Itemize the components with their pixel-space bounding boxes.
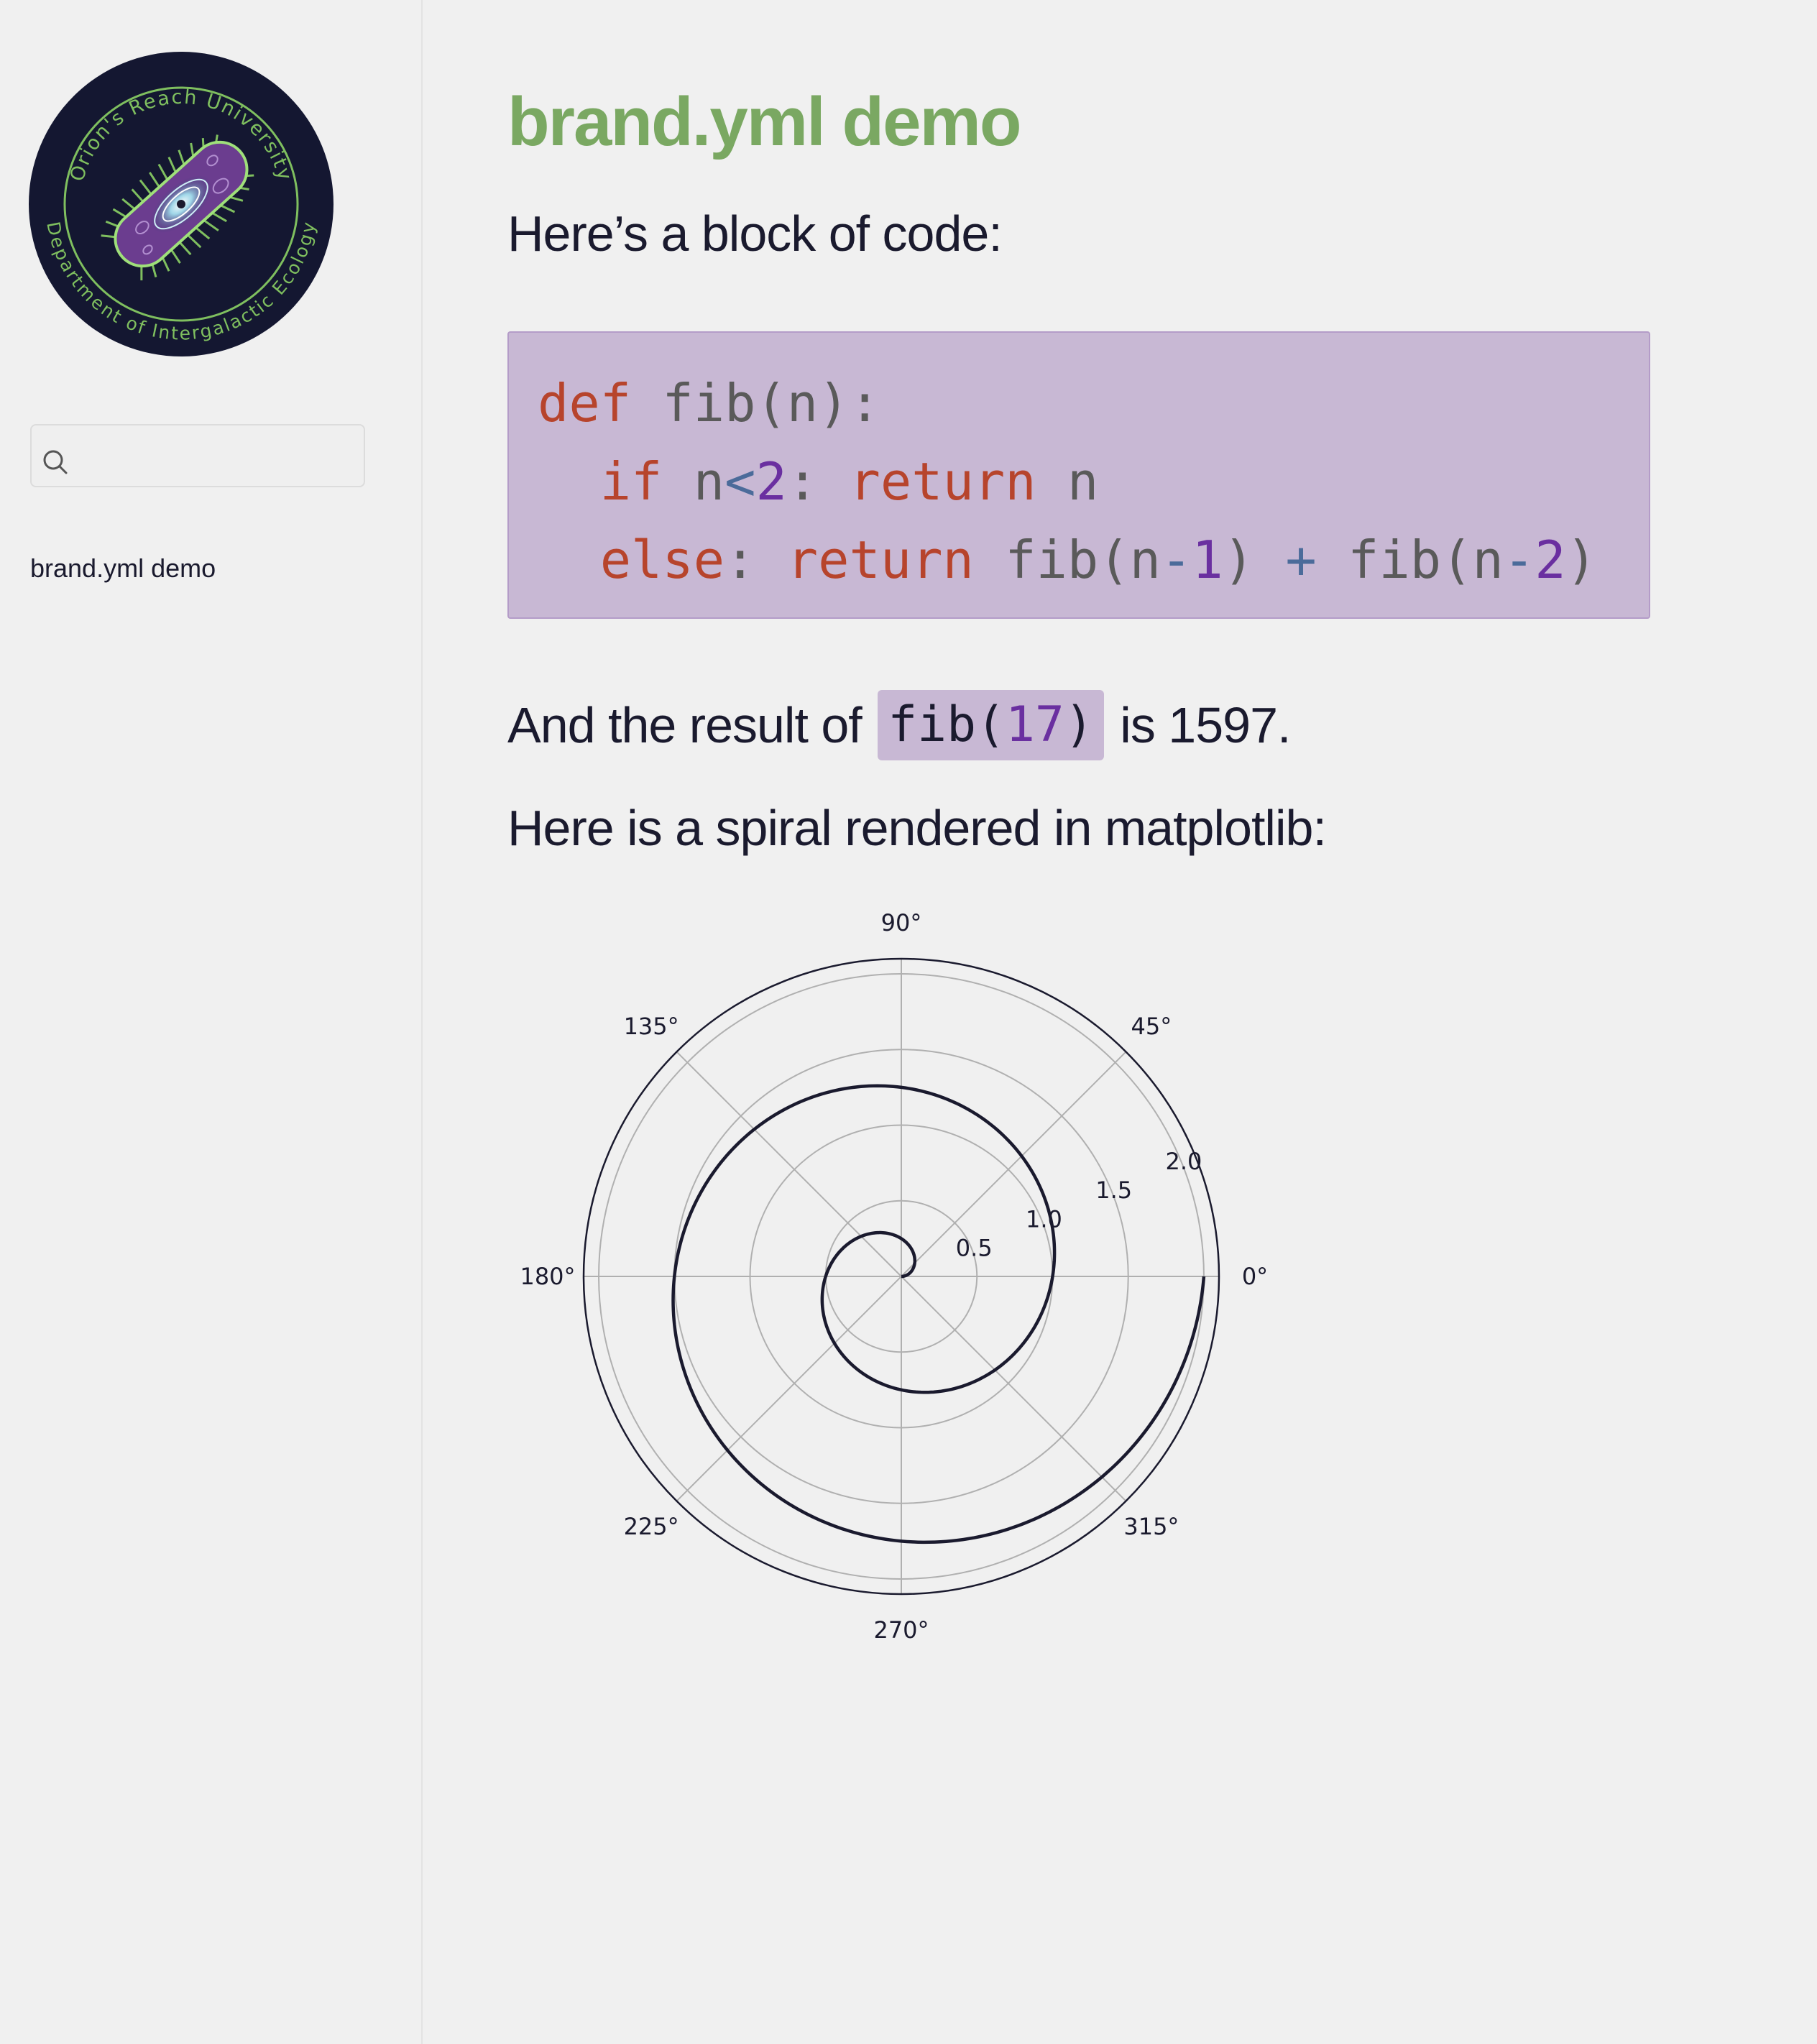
theta-tick-label: 180°: [520, 1263, 575, 1290]
search-box[interactable]: [30, 424, 365, 487]
code-token: 1: [1192, 530, 1223, 590]
result-prefix: And the result of: [507, 697, 875, 753]
r-tick-label: 1.5: [1095, 1177, 1132, 1204]
code-token: 2: [1535, 530, 1566, 590]
r-tick-label: 1.0: [1026, 1205, 1062, 1233]
theta-tick-label: 315°: [1123, 1513, 1179, 1540]
result-paragraph: And the result of fib(17) is 1597.: [507, 690, 1291, 760]
r-tick-label: 0.5: [956, 1235, 993, 1262]
code-token: fib(n: [973, 530, 1161, 590]
code-token: else: [599, 530, 725, 590]
code-token: return: [849, 451, 1036, 512]
theta-tick-label: 135°: [624, 1013, 679, 1040]
theta-tick-label: 225°: [624, 1513, 679, 1540]
result-suffix: is 1597.: [1106, 697, 1291, 753]
code-token: :: [786, 451, 850, 512]
sidebar: Orion's Reach University Department of I…: [0, 0, 423, 2044]
app-layout: Orion's Reach University Department of I…: [0, 0, 1817, 2044]
code-token: :: [724, 530, 787, 590]
inline-code-fn: fib(: [888, 696, 1006, 753]
inline-code-arg: 17: [1005, 696, 1064, 753]
code-block: def fib(n): if n<2: return n else: retur…: [507, 331, 1650, 619]
r-tick-label: 2.0: [1165, 1148, 1202, 1175]
code-token: if: [599, 451, 663, 512]
code-token: 2: [755, 451, 787, 512]
theta-grid-line: [901, 1051, 1127, 1277]
theta-tick-label: 45°: [1131, 1013, 1172, 1040]
inline-code-close: ): [1064, 696, 1094, 753]
code-token: fib(n):: [631, 373, 880, 433]
code-token: +: [1285, 530, 1317, 590]
theta-grid-line: [676, 1276, 902, 1502]
search-icon: [43, 450, 68, 474]
theta-grid-line: [901, 1276, 1127, 1502]
intro-paragraph: Here’s a block of code:: [507, 206, 1003, 262]
code-token: def: [538, 373, 632, 433]
code-token: -: [1503, 530, 1535, 590]
search-input[interactable]: [78, 433, 361, 482]
code-token: <: [724, 451, 756, 512]
code-token: return: [786, 530, 974, 590]
code-line: def fib(n):: [538, 364, 1620, 443]
code-token: n: [662, 451, 725, 512]
chart-intro-paragraph: Here is a spiral rendered in matplotlib:: [507, 800, 1327, 856]
code-token: -: [1160, 530, 1192, 590]
theta-tick-label: 270°: [873, 1616, 929, 1644]
code-token: n: [1036, 451, 1099, 512]
code-token: fib(n: [1316, 530, 1504, 590]
university-logo[interactable]: Orion's Reach University Department of I…: [29, 52, 334, 356]
theta-tick-label: 90°: [881, 909, 922, 936]
page-title: brand.yml demo: [507, 83, 1021, 160]
theta-tick-label: 0°: [1242, 1263, 1268, 1290]
code-token: ): [1565, 530, 1597, 590]
spiral-polar-chart: 0° 45° 90° 135° 180° 225° 270° 315° 0.5 1.0 1.5 2.0: [520, 909, 1268, 1644]
code-token: ): [1223, 530, 1286, 590]
inline-code: fib(17): [878, 690, 1104, 760]
code-line: else: return fib(n-1) + fib(n-2): [538, 521, 1620, 599]
sidebar-item-brand-yml-demo[interactable]: brand.yml demo: [30, 553, 216, 584]
code-line: if n<2: return n: [538, 443, 1620, 521]
